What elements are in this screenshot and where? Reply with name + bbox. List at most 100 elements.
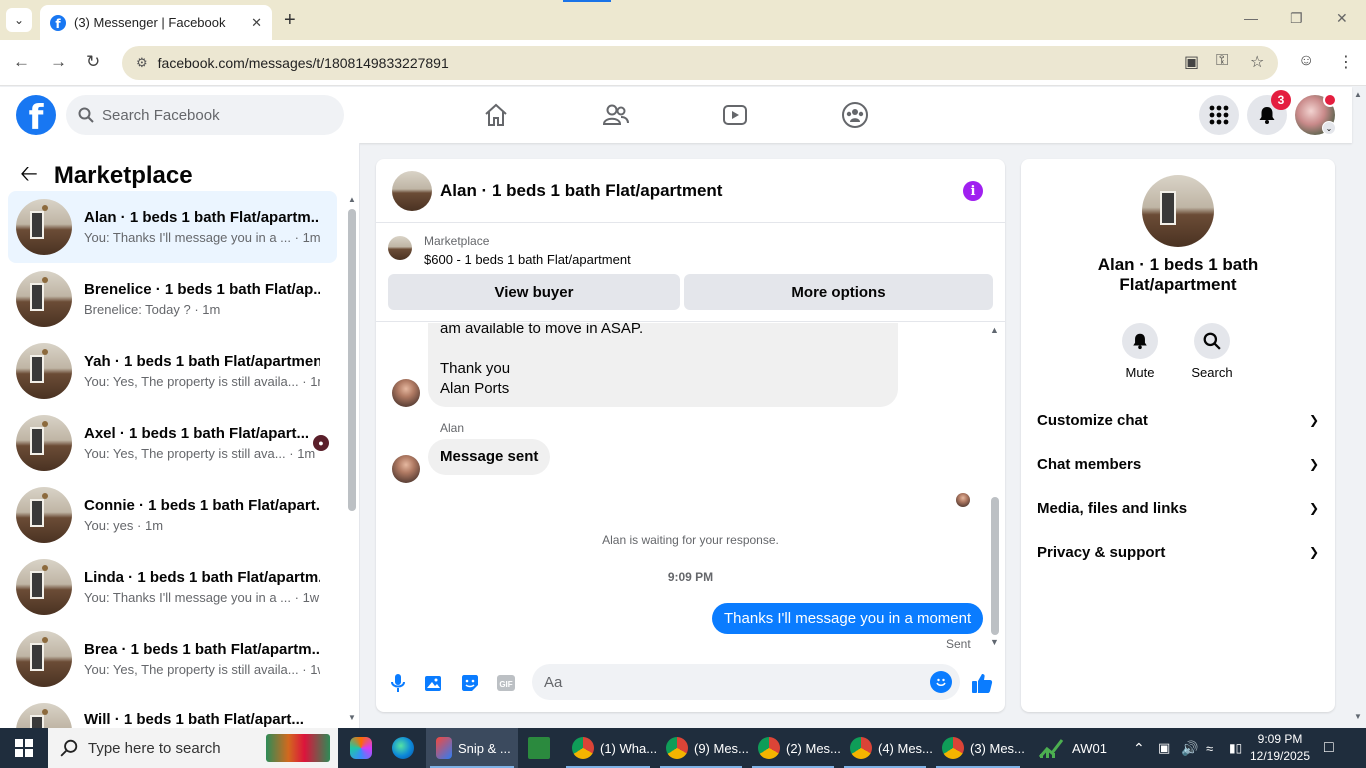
taskbar-item-snip[interactable]: Snip & ... <box>426 728 518 768</box>
conversation-item-alan[interactable]: Alan · 1 beds 1 bath Flat/apartm... You:… <box>8 191 337 263</box>
chevron-down-icon: ❯ <box>1308 457 1319 471</box>
battery-icon[interactable]: ▮▯ <box>1229 728 1242 768</box>
conversation-item-brenelice[interactable]: Brenelice · 1 beds 1 bath Flat/ap... Bre… <box>8 263 337 335</box>
menu-grid-icon[interactable] <box>1199 95 1239 135</box>
incoming-message-bubble[interactable]: Message sent <box>428 439 551 475</box>
mute-action[interactable]: Mute <box>1110 323 1170 380</box>
chat-scroll-down-arrow[interactable]: ▼ <box>990 637 999 647</box>
taskbar-item-whatsapp[interactable]: (1) Wha... <box>562 728 657 768</box>
page-scroll-down-arrow[interactable]: ▼ <box>1354 712 1362 721</box>
outgoing-message-bubble[interactable]: Thanks I'll message you in a moment <box>712 603 984 634</box>
listing-price-title[interactable]: $600 - 1 beds 1 bath Flat/apartment <box>424 252 631 267</box>
conversation-item-brea[interactable]: Brea · 1 beds 1 bath Flat/apartm... You:… <box>8 623 337 695</box>
conversation-item-axel[interactable]: Axel · 1 beds 1 bath Flat/apart... You: … <box>8 407 337 479</box>
stock-widget[interactable]: AW01 <box>1038 728 1107 768</box>
incoming-message-bubble[interactable]: am available to move in ASAP. Thank you … <box>428 323 898 407</box>
gif-icon[interactable]: GIF <box>494 671 518 695</box>
search-label: Search <box>1191 365 1233 380</box>
conversation-snippet: You: Thanks I'll message you in a ... <box>84 230 291 245</box>
conversation-item-connie[interactable]: Connie · 1 beds 1 bath Flat/apart... You… <box>8 479 337 551</box>
chat-title[interactable]: Alan · 1 beds 1 bath Flat/apartment <box>440 181 722 201</box>
sidebar-scroll-down-arrow[interactable]: ▼ <box>348 713 356 722</box>
search-action[interactable]: Search <box>1182 323 1242 380</box>
install-app-icon[interactable]: ▣ <box>1184 52 1199 72</box>
chat-listing-avatar[interactable] <box>392 170 432 211</box>
notification-center-icon[interactable]: □ <box>1324 728 1334 768</box>
volume-icon[interactable]: 🔊 <box>1181 728 1198 768</box>
browser-profile-icon[interactable]: ☺ <box>1298 52 1314 70</box>
conversation-item-linda[interactable]: Linda · 1 beds 1 bath Flat/apartm... You… <box>8 551 337 623</box>
facebook-search-input[interactable] <box>102 106 322 124</box>
tray-device-icon[interactable]: ▣ <box>1158 728 1170 768</box>
emoji-icon[interactable] <box>930 671 952 693</box>
chat-scrollbar[interactable] <box>991 497 999 635</box>
password-key-icon[interactable]: ⚿ <box>1216 52 1228 70</box>
forward-arrow-icon[interactable]: → <box>50 52 67 72</box>
back-arrow-icon[interactable]: 🡠 <box>20 157 38 195</box>
back-arrow-icon[interactable]: ← <box>13 52 30 72</box>
marketplace-label: Marketplace <box>424 234 490 248</box>
browser-tab-messenger[interactable]: f (3) Messenger | Facebook ✕ <box>40 5 272 40</box>
search-highlight-gifts-icon[interactable] <box>266 734 330 762</box>
window-close-icon[interactable]: ✕ <box>1336 10 1348 27</box>
taskbar-search-input[interactable] <box>88 739 258 757</box>
photo-gallery-icon[interactable] <box>422 671 446 695</box>
facebook-header: f 3 ⌄ <box>0 87 1352 143</box>
spreadsheet-app-icon[interactable] <box>522 728 558 768</box>
sidebar-scrollbar[interactable] <box>348 209 356 511</box>
tray-overflow-chevron-up-icon[interactable]: ⌃ <box>1133 728 1145 768</box>
browser-menu-icon[interactable]: ⋮ <box>1338 52 1354 72</box>
conversation-info-icon[interactable]: i <box>963 181 983 201</box>
sticker-icon[interactable] <box>458 671 482 695</box>
taskbar-item-messenger-2[interactable]: (2) Mes... <box>748 728 841 768</box>
message-input[interactable] <box>544 673 904 691</box>
groups-icon[interactable] <box>839 99 871 131</box>
view-buyer-button[interactable]: View buyer <box>388 274 680 310</box>
media-files-links-row[interactable]: Media, files and links ❯ <box>1037 488 1319 528</box>
copilot-app-icon[interactable] <box>342 728 382 768</box>
search-icon[interactable] <box>1194 323 1230 359</box>
bookmark-star-icon[interactable]: ☆ <box>1250 52 1264 72</box>
bell-icon[interactable] <box>1122 323 1158 359</box>
microphone-icon[interactable] <box>386 671 410 695</box>
taskbar-item-messenger-3[interactable]: (3) Mes... <box>932 728 1025 768</box>
chat-members-row[interactable]: Chat members ❯ <box>1037 444 1319 484</box>
customize-chat-row[interactable]: Customize chat ❯ <box>1037 400 1319 440</box>
taskbar-search-box[interactable] <box>48 728 338 768</box>
wifi-icon[interactable]: ≈ <box>1206 728 1213 768</box>
restore-icon[interactable]: ❐ <box>1290 10 1303 27</box>
conversation-item-yah[interactable]: Yah · 1 beds 1 bath Flat/apartment You: … <box>8 335 337 407</box>
site-info-icon[interactable]: ⚙ <box>136 55 148 71</box>
account-chevron-down-icon[interactable]: ⌄ <box>1322 121 1336 135</box>
taskbar-item-messenger-4[interactable]: (4) Mes... <box>840 728 933 768</box>
edge-app-icon[interactable] <box>382 728 424 768</box>
taskbar-item-messenger-9[interactable]: (9) Mes... <box>656 728 749 768</box>
taskbar-clock[interactable]: 9:09 PM 12/19/2025 <box>1245 731 1315 765</box>
more-options-button[interactable]: More options <box>684 274 993 310</box>
new-tab-plus-icon[interactable]: + <box>284 9 296 32</box>
home-icon[interactable] <box>480 99 512 131</box>
taskbar-item-label: (9) Mes... <box>694 740 749 756</box>
tab-close-icon[interactable]: ✕ <box>251 15 262 31</box>
facebook-search-box[interactable] <box>66 95 344 135</box>
video-icon[interactable] <box>719 99 751 131</box>
conversation-snippet: You: Yes, The property is still availa..… <box>84 374 299 389</box>
sender-avatar[interactable] <box>392 379 420 407</box>
reload-icon[interactable]: ↻ <box>86 52 100 72</box>
friends-icon[interactable] <box>600 99 632 131</box>
sender-avatar[interactable] <box>392 455 420 483</box>
conversation-name: Brea · 1 beds 1 bath Flat/apartm... <box>84 641 320 658</box>
like-thumbs-up-icon[interactable] <box>970 671 994 695</box>
conversation-snippet: You: Thanks I'll message you in a ... <box>84 590 291 605</box>
listing-avatar-large[interactable] <box>1142 175 1214 247</box>
sidebar-scroll-up-arrow[interactable]: ▲ <box>348 195 356 204</box>
tab-search-chevron-icon[interactable]: ⌄ <box>6 8 32 32</box>
privacy-support-row[interactable]: Privacy & support ❯ <box>1037 532 1319 572</box>
url-field[interactable]: ⚙ facebook.com/messages/t/18081498332278… <box>122 46 1278 80</box>
page-scroll-up-arrow[interactable]: ▲ <box>1354 90 1362 99</box>
chat-scroll-up-arrow[interactable]: ▲ <box>990 325 999 335</box>
minimize-icon[interactable]: — <box>1244 10 1258 26</box>
facebook-logo-icon[interactable]: f <box>16 95 56 135</box>
windows-start-icon[interactable] <box>0 728 48 768</box>
message-input-box[interactable] <box>532 664 960 700</box>
